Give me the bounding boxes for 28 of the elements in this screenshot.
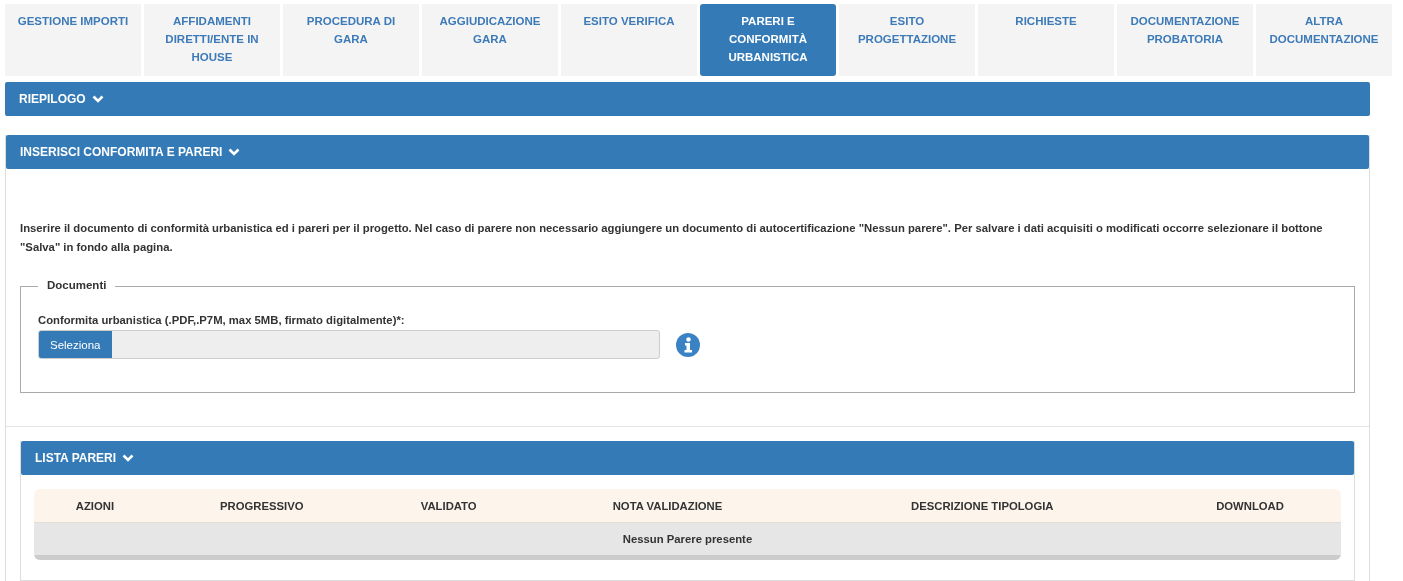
tab[interactable]: AGGIUDICAZIONE GARA <box>422 4 558 76</box>
chevron-down-icon <box>91 95 104 103</box>
tab[interactable]: PARERI E CONFORMITÀ URBANISTICA <box>700 4 836 76</box>
column-header: DOWNLOAD <box>1215 499 1285 512</box>
tab[interactable]: DOCUMENTAZIONE PROBATORIA <box>1117 4 1253 76</box>
tab[interactable]: ESITO PROGETTAZIONE <box>839 4 975 76</box>
file-input-field[interactable]: Seleziona <box>38 330 660 359</box>
summary-panel-header[interactable]: RIEPILOGO <box>5 82 1370 116</box>
fieldset-legend: Documenti <box>38 279 116 291</box>
column-header: AZIONI <box>74 499 116 512</box>
tab[interactable]: RICHIESTE <box>978 4 1114 76</box>
tab[interactable]: ALTRA DOCUMENTAZIONE <box>1256 4 1392 76</box>
empty-table-message: Nessun Parere presente <box>34 523 1341 555</box>
column-header: PROGRESSIVO <box>219 499 305 512</box>
tab[interactable]: AFFIDAMENTI DIRETTI/ENTE IN HOUSE <box>144 4 280 76</box>
chevron-down-icon <box>228 148 241 156</box>
tab[interactable]: PROCEDURA DI GARA <box>283 4 419 76</box>
insert-panel-header[interactable]: INSERISCI CONFORMITA E PARERI <box>6 135 1369 169</box>
instructions-text: Inserire il documento di conformità urbanistica ed i pareri per il progetto. Nel caso di parere non necessario aggiungere un documento di autocertificazione "Nessun parere". Per salvare i dati acquisiti o modificati occorre selezionare il bottone "Salva" in fondo alla pagina. <box>20 221 1324 255</box>
tab[interactable]: ESITO VERIFICA <box>561 4 697 76</box>
column-header: NOTA VALIDAZIONE <box>611 499 724 512</box>
column-header: DESCRIZIONE TIPOLOGIA <box>910 499 1055 512</box>
chevron-down-icon <box>122 454 135 462</box>
info-icon[interactable] <box>676 332 700 357</box>
tab[interactable]: GESTIONE IMPORTI <box>5 4 141 76</box>
opinions-panel-header[interactable]: LISTA PARERI <box>21 441 1354 475</box>
column-header: VALIDATO <box>419 499 478 512</box>
field-label: Conformita urbanistica (.PDF,.P7M, max 5MB, firmato digitalmente)*: <box>38 314 406 326</box>
